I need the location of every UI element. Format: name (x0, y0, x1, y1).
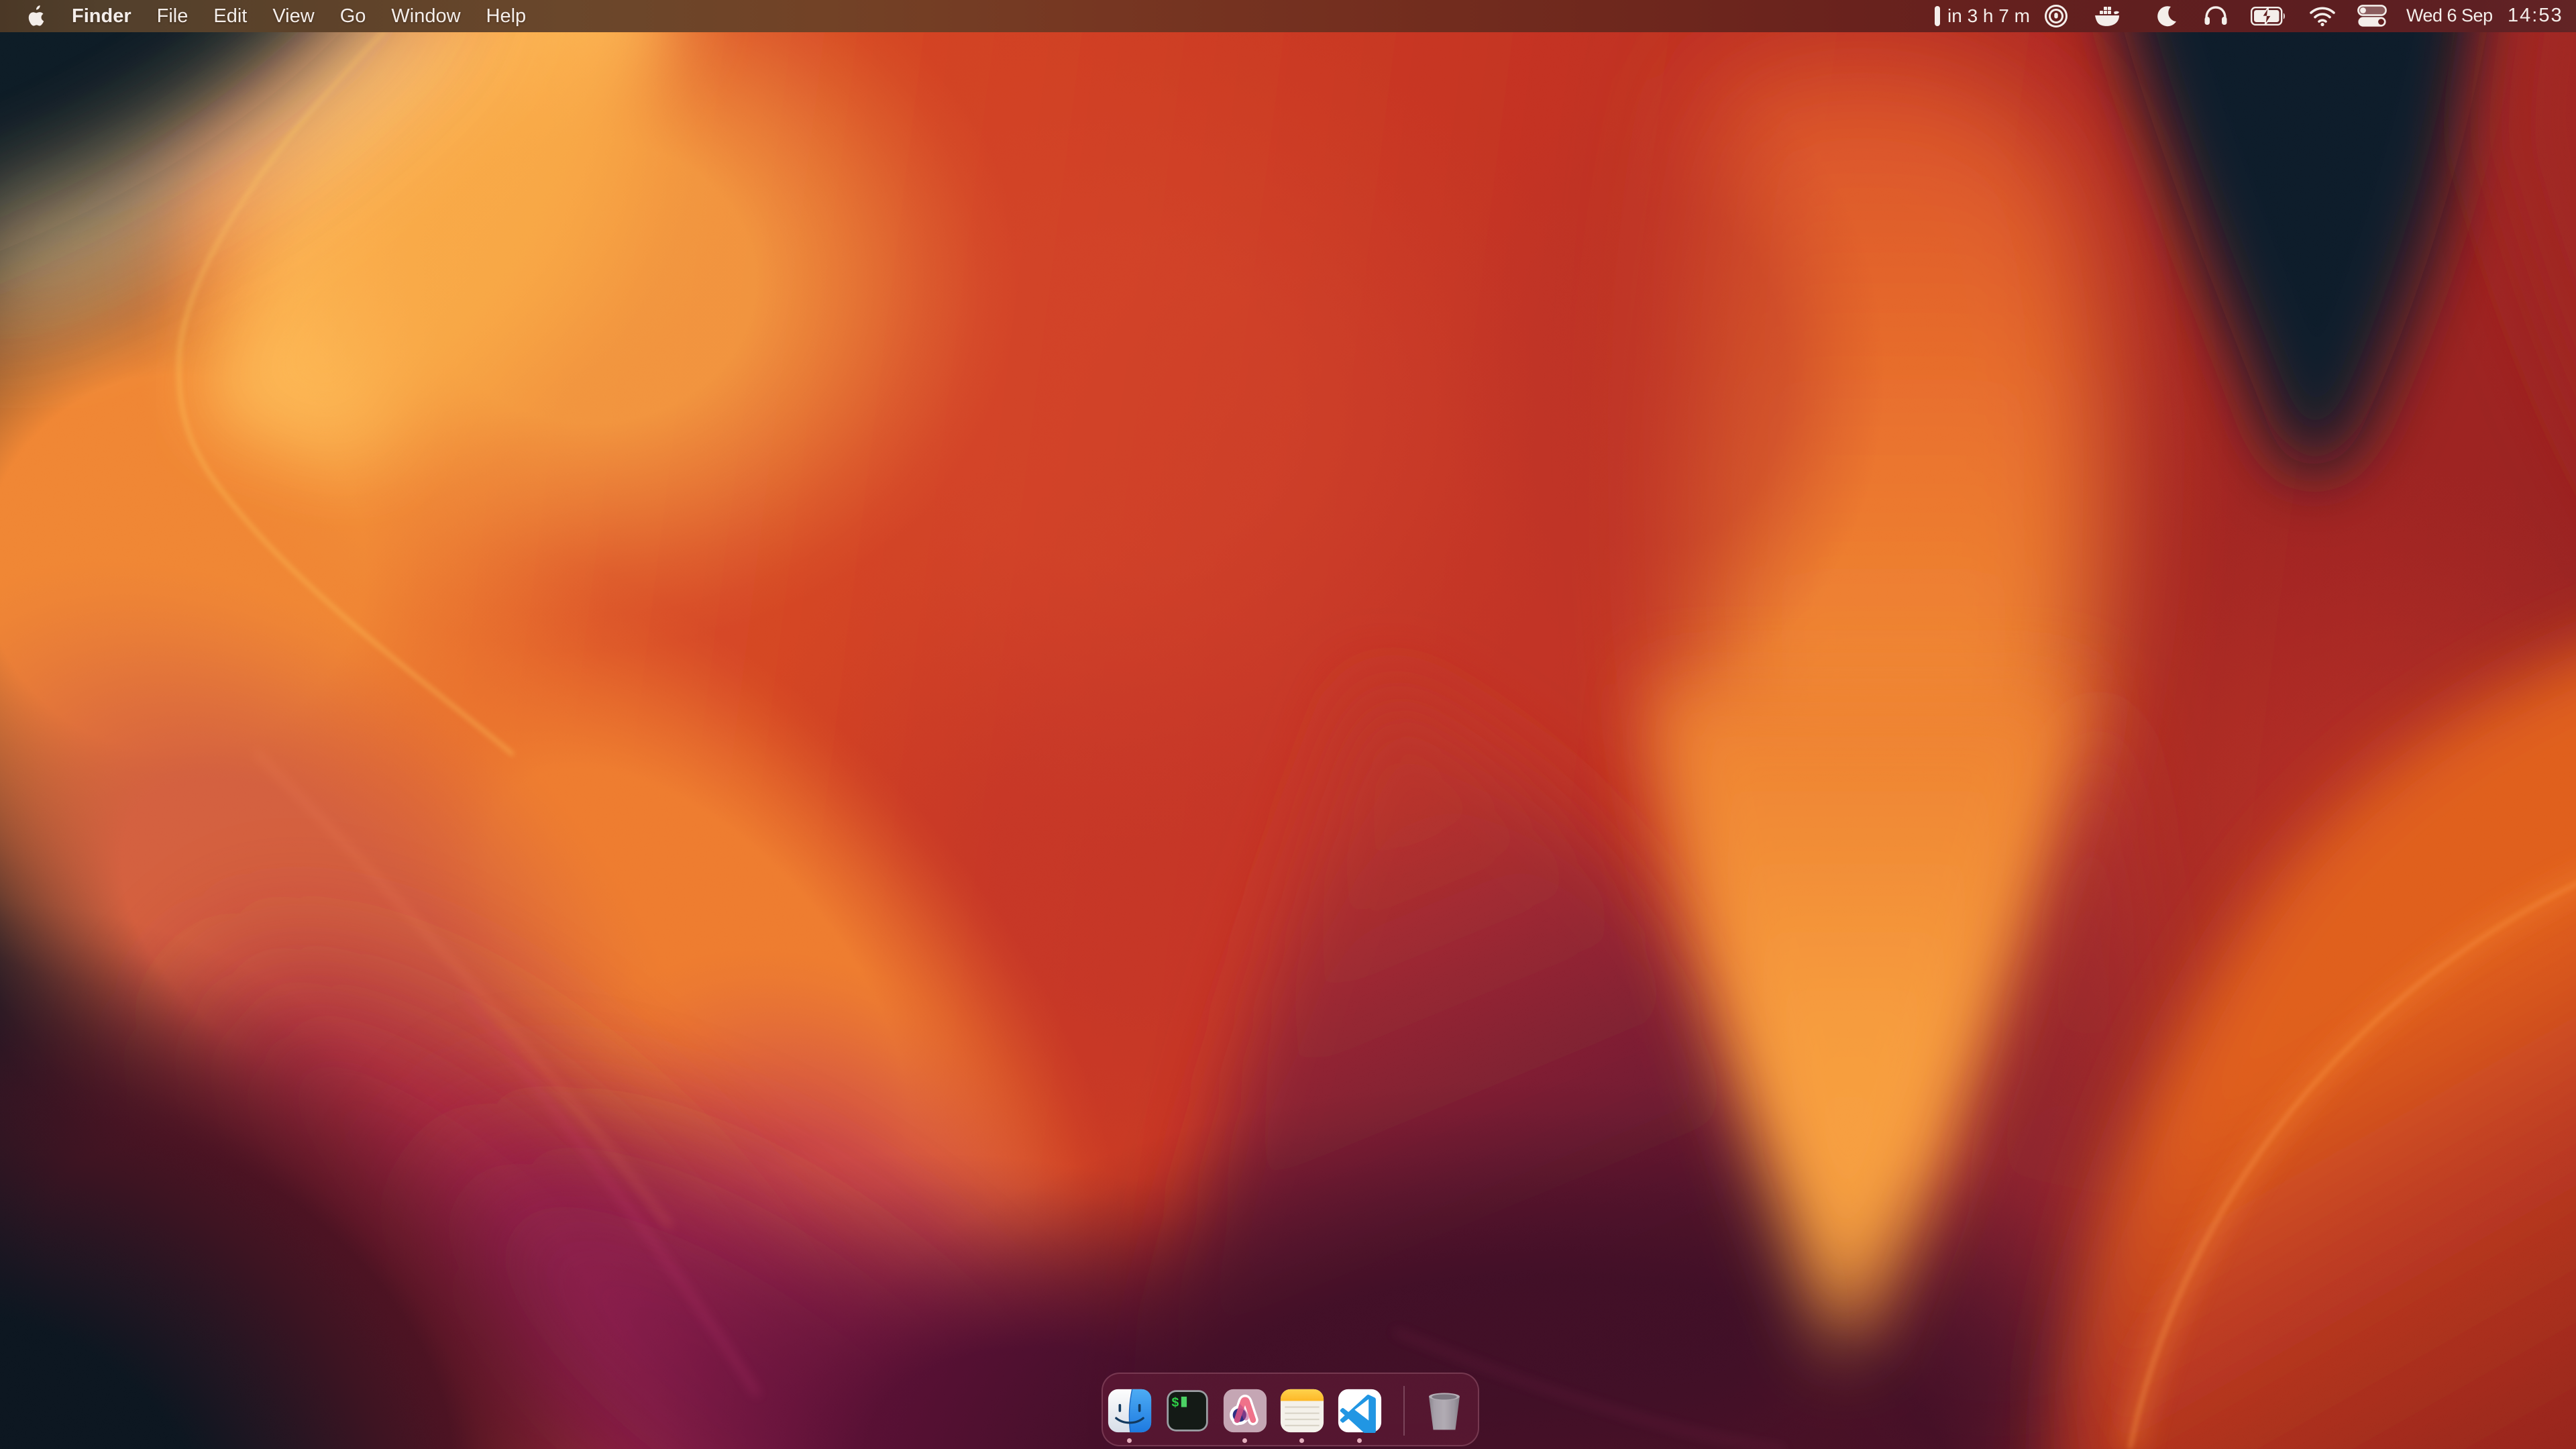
svg-text:$: $ (1171, 1396, 1179, 1411)
